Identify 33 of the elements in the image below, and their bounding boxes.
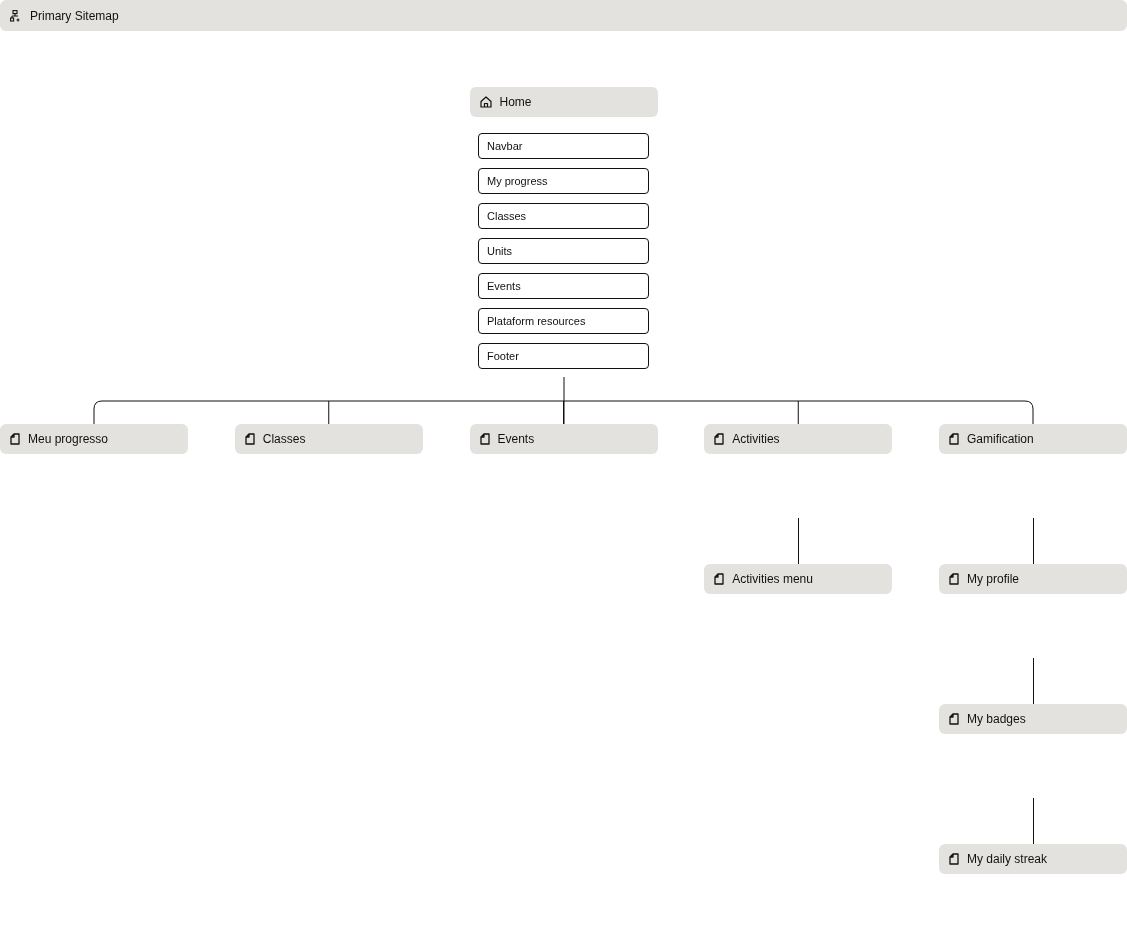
- section-node[interactable]: Units: [478, 238, 649, 264]
- section-node[interactable]: Plataform resources: [478, 308, 649, 334]
- section-node[interactable]: Events: [478, 273, 649, 299]
- page-node[interactable]: Activities menu: [704, 564, 893, 594]
- page-icon: [479, 433, 490, 445]
- page-node[interactable]: My profile: [939, 564, 1127, 594]
- page-icon: [10, 433, 20, 445]
- sitemap-icon: [10, 9, 22, 22]
- sitemap-title: Primary Sitemap: [30, 8, 119, 23]
- home-icon: [479, 96, 492, 108]
- page-node[interactable]: Classes: [234, 424, 423, 454]
- page-node[interactable]: My badges: [939, 704, 1127, 734]
- page-node[interactable]: Activities: [704, 424, 893, 454]
- home-node[interactable]: Home: [469, 87, 658, 117]
- page-icon: [714, 573, 725, 585]
- connector-line: [797, 518, 799, 564]
- connector-line: [1032, 658, 1034, 704]
- page-node[interactable]: My daily streak: [939, 844, 1127, 874]
- section-node[interactable]: Navbar: [478, 133, 649, 159]
- page-node[interactable]: Meu progresso: [0, 424, 188, 454]
- page-node[interactable]: Events: [469, 424, 658, 454]
- section-node[interactable]: Classes: [478, 203, 649, 229]
- page-icon: [714, 433, 725, 445]
- page-icon: [949, 433, 959, 445]
- page-icon: [949, 853, 959, 865]
- connector-line: [1032, 798, 1034, 844]
- page-node[interactable]: Gamification: [939, 424, 1127, 454]
- section-node[interactable]: Footer: [478, 343, 649, 369]
- page-icon: [949, 713, 959, 725]
- page-icon: [244, 433, 255, 445]
- connector-line: [1032, 518, 1034, 564]
- section-node[interactable]: My progress: [478, 168, 649, 194]
- page-icon: [949, 573, 959, 585]
